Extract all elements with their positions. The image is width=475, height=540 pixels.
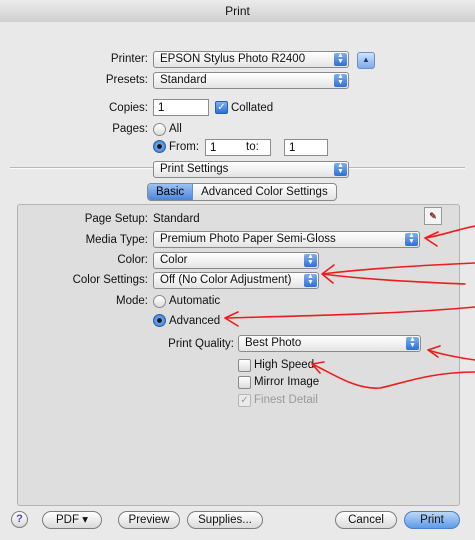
presets-label: Presets: <box>105 74 148 86</box>
color-label: Color: <box>117 254 148 266</box>
popup-arrows-icon: ▲ ▼ <box>304 253 317 267</box>
mode-advanced-label: Advanced <box>169 315 221 327</box>
presets-popup[interactable]: Standard ▲ ▼ <box>153 72 349 89</box>
color-value: Color <box>160 254 188 266</box>
color-settings-label: Color Settings: <box>72 274 148 286</box>
popup-arrows-icon: ▲ ▼ <box>334 73 347 87</box>
printer-utility-icon[interactable]: ✎ <box>424 207 442 225</box>
print-quality-value: Best Photo <box>245 337 302 349</box>
mode-label: Mode: <box>116 295 148 307</box>
mirror-image-checkbox[interactable] <box>238 376 251 389</box>
printer-value: EPSON Stylus Photo R2400 <box>160 53 306 65</box>
tab-basic[interactable]: Basic <box>148 184 194 200</box>
popup-arrows-icon: ▲ ▼ <box>405 232 418 246</box>
print-quality-label: Print Quality: <box>168 338 234 350</box>
pages-to-field[interactable] <box>284 139 328 156</box>
print-quality-popup[interactable]: Best Photo ▲ ▼ <box>238 335 421 352</box>
pages-from-field[interactable] <box>205 139 271 156</box>
pages-all-radio[interactable] <box>153 123 166 136</box>
help-button[interactable]: ? <box>11 511 28 528</box>
window-title-bar: Print <box>0 0 475 23</box>
color-settings-value: Off (No Color Adjustment) <box>160 274 292 286</box>
tab-advanced-color-settings[interactable]: Advanced Color Settings <box>193 184 336 200</box>
mode-automatic-label: Automatic <box>169 295 221 307</box>
high-speed-label: High Speed <box>254 359 315 371</box>
pages-all-label: All <box>169 123 182 135</box>
popup-arrows-icon: ▲ ▼ <box>406 336 419 350</box>
window-title: Print <box>225 4 250 18</box>
media-type-popup[interactable]: Premium Photo Paper Semi-Gloss ▲ ▼ <box>153 231 420 248</box>
preview-button[interactable]: Preview <box>118 511 180 529</box>
pages-label: Pages: <box>112 123 148 135</box>
media-type-label: Media Type: <box>85 234 148 246</box>
tab-bar: Basic Advanced Color Settings <box>147 183 337 201</box>
mirror-image-label: Mirror Image <box>254 376 320 388</box>
high-speed-checkbox[interactable] <box>238 359 251 372</box>
pages-to-label: to: <box>246 141 259 153</box>
printer-label: Printer: <box>110 53 148 65</box>
page-setup-value: Standard <box>153 213 200 225</box>
pdf-menu-button[interactable]: PDF ▾ <box>42 511 102 529</box>
collated-checkbox[interactable]: ✓ <box>215 101 228 114</box>
color-settings-popup[interactable]: Off (No Color Adjustment) ▲ ▼ <box>153 272 319 289</box>
popup-arrows-icon: ▲ ▼ <box>304 273 317 287</box>
media-type-value: Premium Photo Paper Semi-Gloss <box>160 233 336 245</box>
presets-value: Standard <box>160 74 207 86</box>
section-popup[interactable]: Print Settings ▲ ▼ <box>153 161 349 178</box>
section-popup-value: Print Settings <box>160 163 229 175</box>
print-button[interactable]: Print <box>404 511 460 529</box>
mode-advanced-radio[interactable] <box>153 314 166 327</box>
finest-detail-label: Finest Detail <box>254 394 318 406</box>
finest-detail-checkbox: ✓ <box>238 394 251 407</box>
print-dialog: Printer: EPSON Stylus Photo R2400 ▲ ▼ ▲ P… <box>0 22 475 540</box>
copies-field[interactable] <box>153 99 209 116</box>
pages-from-label: From: <box>169 141 200 153</box>
cancel-button[interactable]: Cancel <box>335 511 397 529</box>
page-setup-label: Page Setup: <box>84 213 148 225</box>
supplies-button[interactable]: Supplies... <box>187 511 263 529</box>
collated-label: Collated <box>231 102 274 114</box>
popup-arrows-icon: ▲ ▼ <box>334 162 347 176</box>
disclosure-triangle-icon[interactable]: ▲ <box>357 52 375 69</box>
color-popup[interactable]: Color ▲ ▼ <box>153 252 319 269</box>
printer-popup[interactable]: EPSON Stylus Photo R2400 ▲ ▼ <box>153 51 349 68</box>
pages-from-radio[interactable] <box>153 140 166 153</box>
copies-label: Copies: <box>109 102 148 114</box>
popup-arrows-icon: ▲ ▼ <box>334 52 347 66</box>
mode-automatic-radio[interactable] <box>153 295 166 308</box>
settings-panel <box>17 204 460 506</box>
